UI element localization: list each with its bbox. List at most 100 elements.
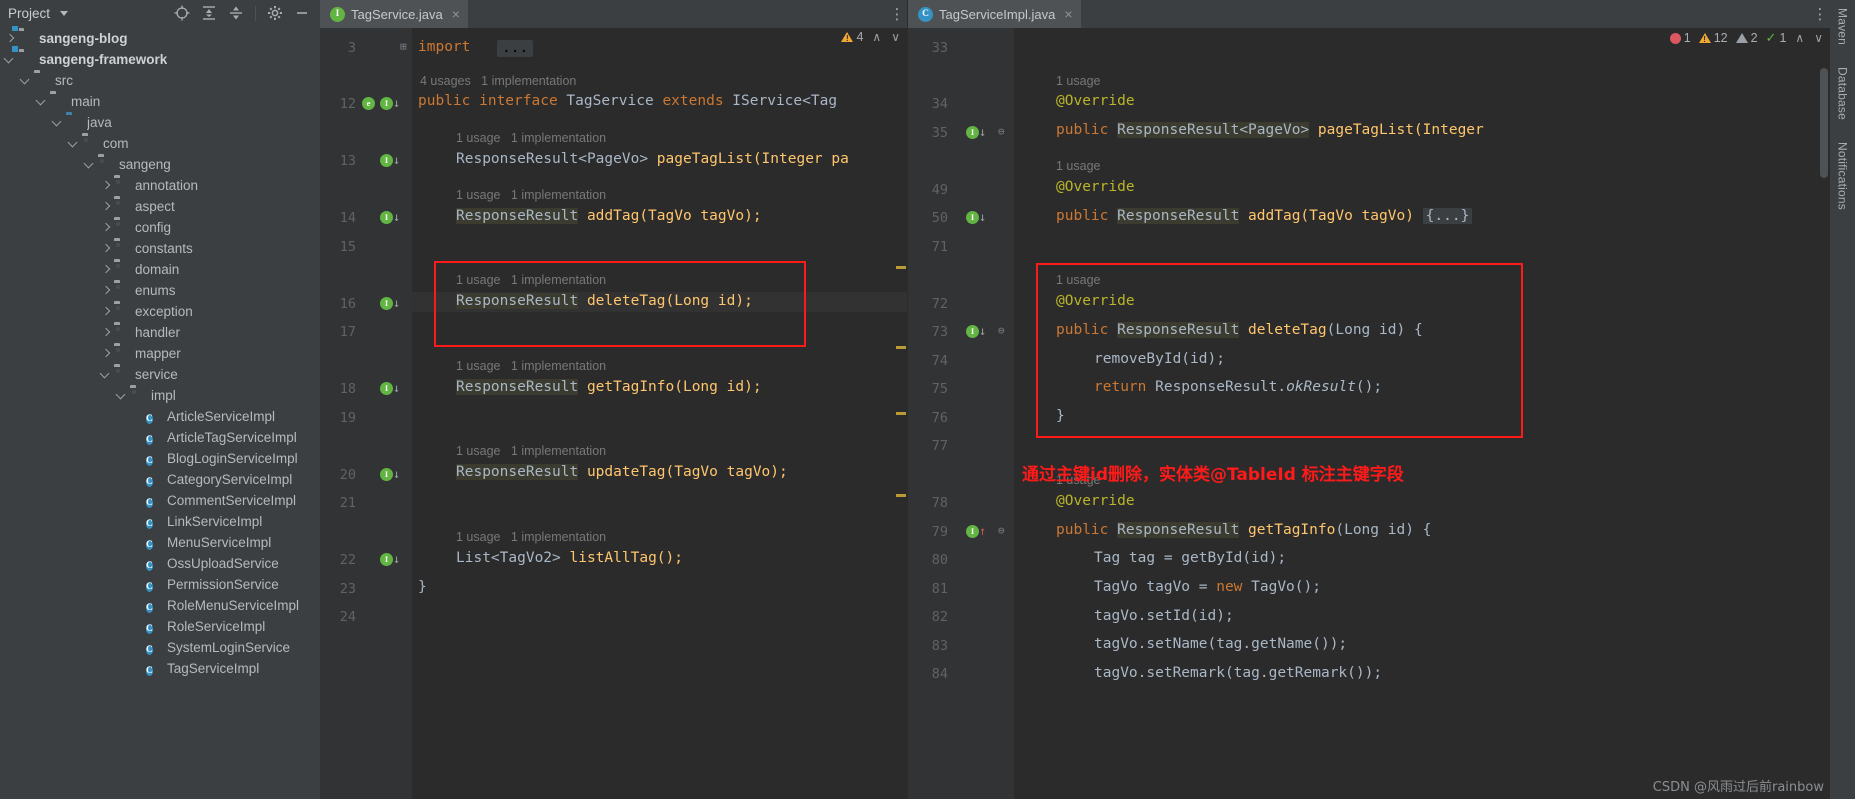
tree-item-articleserviceimpl[interactable]: C ArticleServiceImpl [0,406,320,427]
locate-icon[interactable] [174,5,190,21]
project-panel-title[interactable]: Project [8,6,50,21]
code-text-right[interactable]: 1 usage @Override public ResponseResult<… [1014,28,1830,799]
tree-item-config[interactable]: config [0,217,320,238]
chevron-down-icon[interactable] [84,159,96,171]
chevron-right-icon[interactable] [100,243,112,255]
tree-item-linkserviceimpl[interactable]: C LinkServiceImpl [0,511,320,532]
overriding-method-marker-icon[interactable]: I [966,126,979,139]
chevron-down-icon[interactable] [36,96,48,108]
overrides-down-arrow-icon[interactable]: ↓ [979,210,986,224]
weak-warning-badge[interactable]: 2 [1735,31,1758,45]
editor-options-icon[interactable]: ⋮ [887,0,907,28]
chevron-down-icon[interactable] [4,54,16,66]
usage-hint[interactable]: 4 usages 1 implementation [420,75,576,88]
implemented-down-arrow-icon[interactable]: ↓ [393,296,400,310]
tree-item-tagserviceimpl[interactable]: C TagServiceImpl [0,658,320,679]
gear-icon[interactable] [267,5,283,21]
tree-item-src[interactable]: src [0,70,320,91]
warning-badge[interactable]: 12 [1698,31,1728,45]
prev-problem-icon[interactable]: ∧ [1794,31,1805,45]
overrides-down-arrow-icon[interactable]: ↓ [979,324,986,338]
collapse-all-icon[interactable] [228,5,244,21]
tree-item-commentserviceimpl[interactable]: C CommentServiceImpl [0,490,320,511]
chevron-down-icon[interactable] [116,390,128,402]
overriding-method-marker-icon[interactable]: I [966,211,979,224]
fold-collapse-icon[interactable]: ⊖ [998,524,1005,537]
vertical-scrollbar-right[interactable] [1817,28,1830,799]
chevron-right-icon[interactable] [100,201,112,213]
next-problem-icon[interactable]: ∨ [890,30,901,44]
marker-stripe[interactable] [896,346,906,349]
tab-tagservice-java[interactable]: I TagService.java × [320,0,468,28]
overrides-down-arrow-icon[interactable]: ↓ [979,125,986,139]
gutter-left[interactable]: 3 ⊞ 12 I ↓ e 13 I ↓ 14 I ↓ 15 16 I ↓ 17 18 I ↓ 19 20 I ↓ 21 22 I ↓ 2… [320,28,412,799]
chevron-down-icon[interactable] [68,138,80,150]
tree-item-sangeng-blog[interactable]: sangeng-blog [0,28,320,49]
tree-item-rolemenuserviceimpl[interactable]: C RoleMenuServiceImpl [0,595,320,616]
hide-panel-icon[interactable] [294,5,310,21]
tree-item-com[interactable]: com [0,133,320,154]
tool-window-notifications[interactable]: Notifications [1836,142,1850,210]
inspection-widget-left[interactable]: 4 ∧ ∨ [841,30,901,44]
tool-window-maven[interactable]: Maven [1836,8,1850,45]
tree-item-articletagserviceimpl[interactable]: C ArticleTagServiceImpl [0,427,320,448]
prev-problem-icon[interactable]: ∧ [871,30,882,44]
chevron-right-icon[interactable] [4,33,16,45]
usage-hint[interactable]: 1 usage 1 implementation [456,274,606,287]
tree-item-exception[interactable]: exception [0,301,320,322]
gutter-right[interactable]: 33 34 35 I ↓ 49 50 I ↓ 71 72 73 I ↓ 74 75 76 77 78 79 I ↑ 80 81… [908,28,1014,799]
implemented-down-arrow-icon[interactable]: ↓ [393,96,400,110]
marker-stripe[interactable] [896,494,906,497]
fold-collapse-icon[interactable]: ⊖ [998,125,1005,138]
tool-window-database[interactable]: Database [1836,67,1850,120]
next-problem-icon[interactable]: ∨ [1813,31,1824,45]
chevron-right-icon[interactable] [100,285,112,297]
tree-item-sangeng[interactable]: sangeng [0,154,320,175]
expand-all-icon[interactable] [201,5,217,21]
tree-item-aspect[interactable]: aspect [0,196,320,217]
chevron-down-icon[interactable] [20,75,32,87]
overriding-method-marker-icon[interactable]: I [966,525,979,538]
tree-item-sangeng-framework[interactable]: sangeng-framework [0,49,320,70]
fold-expand-icon[interactable]: ⊞ [400,40,407,53]
implemented-down-arrow-icon[interactable]: ↓ [393,552,400,566]
usage-hint[interactable]: 1 usage 1 implementation [456,189,606,202]
chevron-down-icon[interactable] [52,117,64,129]
chevron-down-icon[interactable] [100,369,112,381]
editor-options-icon[interactable]: ⋮ [1810,0,1830,28]
tree-item-permissionservice[interactable]: C PermissionService [0,574,320,595]
tab-tagserviceimpl-java[interactable]: C TagServiceImpl.java × [908,0,1081,28]
implemented-down-arrow-icon[interactable]: ↓ [393,210,400,224]
overriding-method-marker-icon[interactable]: I [966,325,979,338]
tree-item-enums[interactable]: enums [0,280,320,301]
tree-item-constants[interactable]: constants [0,238,320,259]
implemented-down-arrow-icon[interactable]: ↓ [393,381,400,395]
usage-hint[interactable]: 1 usage 1 implementation [456,445,606,458]
usage-hint[interactable]: 1 usage 1 implementation [456,531,606,544]
implementation-marker-icon[interactable]: I [380,468,393,481]
chevron-right-icon[interactable] [100,180,112,192]
implementation-marker-icon[interactable]: I [380,97,393,110]
code-view-right[interactable]: 33 34 35 I ↓ 49 50 I ↓ 71 72 73 I ↓ 74 75 76 77 78 79 I ↑ 80 81… [908,28,1830,799]
implemented-down-arrow-icon[interactable]: ↓ [393,153,400,167]
usage-hint[interactable]: 1 usage 1 implementation [456,360,606,373]
usage-hint[interactable]: 1 usage [1056,160,1100,173]
web-bean-marker-icon[interactable]: e [362,97,375,110]
chevron-right-icon[interactable] [100,264,112,276]
tree-item-annotation[interactable]: annotation [0,175,320,196]
tree-item-systemloginservice[interactable]: C SystemLoginService [0,637,320,658]
implementation-marker-icon[interactable]: I [380,297,393,310]
chevron-right-icon[interactable] [100,222,112,234]
implementation-marker-icon[interactable]: I [380,211,393,224]
tree-item-categoryserviceimpl[interactable]: C CategoryServiceImpl [0,469,320,490]
marker-stripe[interactable] [896,412,906,415]
tree-item-main[interactable]: main [0,91,320,112]
warning-badge[interactable]: 4 [841,30,863,44]
chevron-down-icon[interactable] [60,10,69,16]
implementation-marker-icon[interactable]: I [380,382,393,395]
error-badge[interactable]: 1 [1669,31,1691,45]
ok-badge[interactable]: ✓ 1 [1766,30,1787,46]
close-icon[interactable]: × [1064,7,1072,21]
chevron-right-icon[interactable] [100,306,112,318]
overrides-up-arrow-icon[interactable]: ↑ [979,524,986,538]
